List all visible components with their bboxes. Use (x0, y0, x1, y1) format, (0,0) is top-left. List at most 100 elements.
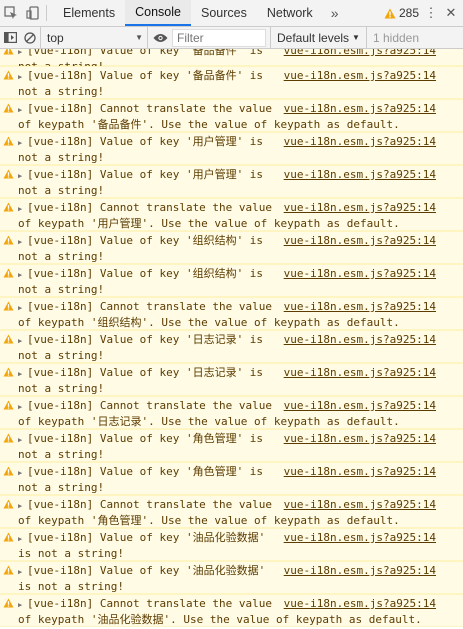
source-link[interactable]: vue-i18n.esm.js?a925:14 (279, 399, 436, 413)
source-link[interactable]: vue-i18n.esm.js?a925:14 (279, 465, 436, 479)
devtools-tabbar: Elements Console Sources Network » 285 ⋮ ✕ (0, 0, 463, 27)
console-warning-message[interactable]: ▶ [vue-i18n] Value of key '日志记录' is vue-i1… (0, 330, 463, 363)
console-messages: ▶ [vue-i18n] Value of key '备品备件' is vue-i1… (0, 49, 463, 629)
expand-chevron-icon[interactable]: ▶ (18, 170, 27, 184)
expand-chevron-icon[interactable]: ▶ (18, 236, 27, 250)
message-line-1: [vue-i18n] Value of key '备品备件' is (27, 69, 264, 82)
message-line-2: is not a string! (18, 579, 124, 593)
message-line-1: [vue-i18n] Value of key '用户管理' is (27, 168, 264, 181)
warning-icon (3, 598, 14, 608)
expand-chevron-icon[interactable]: ▶ (18, 467, 27, 481)
more-tabs-button[interactable]: » (323, 5, 347, 21)
filter-input[interactable] (172, 28, 266, 47)
inspect-element-icon[interactable] (0, 0, 22, 26)
message-line-1: [vue-i18n] Value of key '组织结构' is (27, 267, 264, 280)
expand-chevron-icon[interactable]: ▶ (18, 434, 27, 448)
console-warning-message[interactable]: ▶ [vue-i18n] Value of key '角色管理' is vue-i1… (0, 462, 463, 495)
expand-chevron-icon[interactable]: ▶ (18, 137, 27, 151)
console-warning-message[interactable]: ▶ [vue-i18n] Value of key '组织结构' is vue-i1… (0, 264, 463, 297)
toolbar-divider (46, 5, 47, 21)
console-warning-message[interactable]: ▶ [vue-i18n] Value of key '组织结构' is vue-i1… (0, 231, 463, 264)
source-link[interactable]: vue-i18n.esm.js?a925:14 (279, 69, 436, 83)
dropdown-arrow-icon: ▼ (135, 33, 143, 42)
console-warning-message[interactable]: ▶ [vue-i18n] Value of key '备品备件' is vue-i1… (0, 49, 463, 73)
source-link[interactable]: vue-i18n.esm.js?a925:14 (279, 135, 436, 149)
console-warning-message[interactable]: ▶ [vue-i18n] Cannot translate the value vu… (0, 99, 463, 132)
tab-sources[interactable]: Sources (191, 0, 257, 26)
expand-chevron-icon[interactable]: ▶ (18, 104, 27, 118)
expand-chevron-icon[interactable]: ▶ (18, 533, 27, 547)
warning-count: 285 (398, 6, 419, 20)
console-warning-message[interactable]: ▶ [vue-i18n] Cannot translate the value vu… (0, 594, 463, 627)
source-link[interactable]: vue-i18n.esm.js?a925:14 (279, 267, 436, 281)
source-link[interactable]: vue-i18n.esm.js?a925:14 (279, 201, 436, 215)
message-line-2: not a string! (18, 348, 105, 362)
console-warning-message[interactable]: ▶ [vue-i18n] Value of key '角色管理' is vue-i1… (0, 429, 463, 462)
console-warning-message[interactable]: ▶ [vue-i18n] Value of key '日志记录' is vue-i1… (0, 363, 463, 396)
warning-icon (3, 334, 14, 344)
tab-network[interactable]: Network (257, 0, 323, 26)
close-icon[interactable]: ✕ (443, 5, 459, 21)
warning-icon (3, 433, 14, 443)
warning-icon (3, 268, 14, 278)
live-expression-eye-icon[interactable] (148, 33, 172, 43)
expand-chevron-icon[interactable]: ▶ (18, 500, 27, 514)
console-toolbar: top ▼ Default levels ▼ 1 hidden (0, 26, 463, 49)
console-warning-message[interactable]: ▶ [vue-i18n] Cannot translate the value vu… (0, 396, 463, 429)
console-warning-message[interactable]: ▶ [vue-i18n] Value of key '油品化验数据' vue-i18… (0, 561, 463, 594)
tab-elements[interactable]: Elements (53, 0, 125, 26)
source-link[interactable]: vue-i18n.esm.js?a925:14 (279, 300, 436, 314)
warning-icon (3, 103, 14, 113)
message-line-1: [vue-i18n] Value of key '角色管理' is (27, 432, 264, 445)
device-toolbar-icon[interactable] (22, 0, 44, 26)
warning-icon (3, 532, 14, 542)
source-link[interactable]: vue-i18n.esm.js?a925:14 (279, 531, 436, 545)
expand-chevron-icon[interactable]: ▶ (18, 566, 27, 580)
expand-chevron-icon[interactable]: ▶ (18, 335, 27, 349)
source-link[interactable]: vue-i18n.esm.js?a925:14 (279, 564, 436, 578)
source-link[interactable]: vue-i18n.esm.js?a925:14 (279, 432, 436, 446)
expand-chevron-icon[interactable]: ▶ (18, 49, 27, 60)
source-link[interactable]: vue-i18n.esm.js?a925:14 (279, 498, 436, 512)
kebab-menu-icon[interactable]: ⋮ (423, 5, 439, 21)
clear-console-icon[interactable] (20, 27, 40, 49)
tab-console[interactable]: Console (125, 0, 191, 26)
console-warning-message[interactable]: ▶ [vue-i18n] Value of key '用户管理' is vue-i1… (0, 165, 463, 198)
message-line-1: [vue-i18n] Value of key '日志记录' is (27, 333, 264, 346)
console-warning-message[interactable]: ▶ [vue-i18n] Cannot translate the value vu… (0, 297, 463, 330)
sidebar-toggle-icon[interactable] (0, 27, 20, 49)
expand-chevron-icon[interactable]: ▶ (18, 71, 27, 85)
expand-chevron-icon[interactable]: ▶ (18, 269, 27, 283)
console-warning-message[interactable]: ▶ [vue-i18n] Value of key '用户管理' is vue-i1… (0, 132, 463, 165)
source-link[interactable]: vue-i18n.esm.js?a925:14 (279, 168, 436, 182)
message-line-2: not a string! (18, 480, 105, 494)
warning-counter[interactable]: 285 (384, 6, 419, 20)
expand-chevron-icon[interactable]: ▶ (18, 368, 27, 382)
source-link[interactable]: vue-i18n.esm.js?a925:14 (279, 333, 436, 347)
console-warning-message[interactable]: ▶ [vue-i18n] Value of key '油品化验数据' vue-i18… (0, 528, 463, 561)
console-warning-message[interactable]: ▶ [vue-i18n] Cannot translate the value vu… (0, 198, 463, 231)
message-line-1: [vue-i18n] Value of key '用户管理' is (27, 135, 264, 148)
expand-chevron-icon[interactable]: ▶ (18, 203, 27, 217)
source-link[interactable]: vue-i18n.esm.js?a925:14 (279, 234, 436, 248)
console-warning-message[interactable]: ▶ [vue-i18n] Value of key '备品备件' is vue-i1… (0, 66, 463, 99)
context-selector[interactable]: top ▼ (40, 26, 148, 49)
message-line-2: of keypath '备品备件'. Use the value of keyp… (18, 117, 400, 131)
expand-chevron-icon[interactable]: ▶ (18, 302, 27, 316)
console-warning-message[interactable]: ▶ [vue-i18n] Cannot translate the value vu… (0, 495, 463, 528)
message-line-2: not a string! (18, 183, 105, 197)
source-link[interactable]: vue-i18n.esm.js?a925:14 (279, 597, 436, 611)
source-link[interactable]: vue-i18n.esm.js?a925:14 (279, 102, 436, 116)
warning-icon (3, 49, 14, 55)
message-line-1: [vue-i18n] Value of key '角色管理' is (27, 465, 264, 478)
source-link[interactable]: vue-i18n.esm.js?a925:14 (279, 49, 436, 58)
expand-chevron-icon[interactable]: ▶ (18, 599, 27, 613)
message-line-1: [vue-i18n] Value of key '组织结构' is (27, 234, 264, 247)
message-line-2: of keypath '组织结构'. Use the value of keyp… (18, 315, 400, 329)
message-line-2: of keypath '角色管理'. Use the value of keyp… (18, 513, 400, 527)
message-line-1: [vue-i18n] Cannot translate the value (27, 300, 273, 313)
source-link[interactable]: vue-i18n.esm.js?a925:14 (279, 366, 436, 380)
expand-chevron-icon[interactable]: ▶ (18, 401, 27, 415)
message-line-1: [vue-i18n] Cannot translate the value (27, 201, 273, 214)
log-levels-dropdown[interactable]: Default levels ▼ (270, 26, 366, 49)
